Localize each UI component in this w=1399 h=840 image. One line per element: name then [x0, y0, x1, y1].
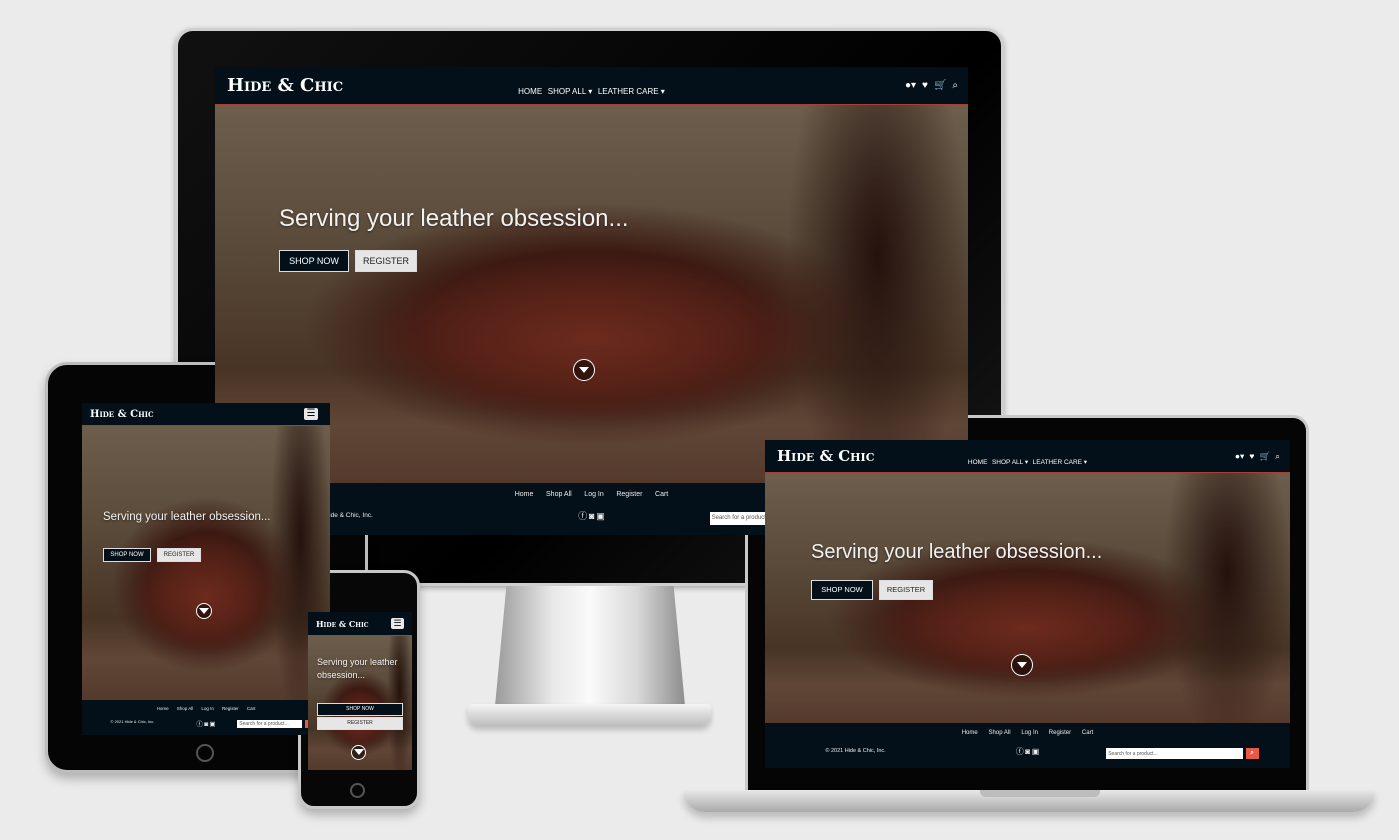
scroll-down-chevron-icon[interactable] — [351, 744, 367, 760]
shop-now-button[interactable]: SHOP NOW — [103, 548, 151, 562]
footer-search: Search for a product...⌕ — [1106, 748, 1259, 759]
search-icon[interactable]: ⌕ — [1275, 451, 1280, 461]
site-logo[interactable]: Hide & Chic — [316, 619, 369, 629]
footer-link-shop-all[interactable]: Shop All — [989, 730, 1011, 736]
footer-link-shop-all[interactable]: Shop All — [177, 706, 194, 711]
youtube-icon[interactable]: ▣ — [209, 721, 215, 728]
desktop-navbar: Hide & Chic HOME SHOP ALL ▾ LEATHER CARE ▾ ●… — [215, 67, 968, 105]
phone-navbar: Hide & Chic ☰ — [308, 612, 412, 636]
register-button[interactable]: REGISTER — [879, 580, 933, 600]
footer-link-home[interactable]: Home — [157, 706, 169, 711]
nav-link-0[interactable]: HOME — [518, 87, 542, 96]
footer-link-register[interactable]: Register — [616, 491, 642, 498]
footer-link-shop-all[interactable]: Shop All — [546, 491, 572, 498]
hero-banner: Serving your leather obsession... SHOP NO… — [308, 636, 412, 770]
monitor-foot — [468, 704, 711, 726]
scroll-down-chevron-icon[interactable] — [572, 359, 595, 381]
nav-link-1[interactable]: SHOP ALL ▾ — [548, 87, 592, 96]
shop-now-button[interactable]: SHOP NOW — [279, 250, 349, 272]
monitor-stand — [495, 586, 685, 706]
register-button[interactable]: REGISTER — [355, 250, 417, 272]
site-footer: Home Shop All Log In Register Cart ⓕ◙▣ © 2021 … — [765, 723, 1290, 768]
footer-link-home[interactable]: Home — [515, 491, 534, 498]
hero-title: Serving your leather obsession... — [317, 657, 398, 680]
footer-link-log-in[interactable]: Log In — [201, 706, 214, 711]
site-footer: Home Shop All Log In Register Cart ⓕ◙▣ © 2021 … — [82, 700, 330, 735]
nav-link-0[interactable]: HOME — [968, 459, 988, 466]
instagram-icon[interactable]: ◙ — [1025, 747, 1030, 756]
hamburger-menu-icon[interactable]: ☰ — [304, 408, 318, 420]
user-icon[interactable]: ●▾ — [1235, 451, 1244, 461]
footer-link-register[interactable]: Register — [222, 706, 239, 711]
footer-link-home[interactable]: Home — [962, 730, 978, 736]
copyright: © 2021 Hide & Chic, Inc. — [825, 747, 886, 754]
nav-link-1[interactable]: SHOP ALL ▾ — [992, 459, 1028, 466]
copyright: © 2021 Hide & Chic, Inc. — [110, 719, 155, 725]
facebook-icon[interactable]: ⓕ — [1016, 747, 1024, 756]
search-button-icon[interactable]: ⌕ — [1245, 748, 1259, 759]
laptop-screen: Hide & Chic HOME SHOP ALL ▾ LEATHER CARE ▾ ●… — [765, 440, 1290, 768]
facebook-icon[interactable]: ⓕ — [578, 511, 587, 521]
phone-screen: Hide & Chic ☰ Serving your leather obsessi… — [308, 612, 412, 770]
hero-title: Serving your leather obsession... — [279, 205, 629, 232]
laptop-notch — [980, 790, 1100, 797]
footer-link-log-in[interactable]: Log In — [1021, 730, 1038, 736]
nav-link-2[interactable]: LEATHER CARE ▾ — [1033, 459, 1087, 466]
search-input[interactable]: Search for a product... — [237, 719, 302, 728]
hero-title: Serving your leather obsession... — [811, 541, 1103, 563]
instagram-icon[interactable]: ◙ — [204, 721, 208, 728]
tablet-screen: Hide & Chic ☰ Serving your leather obsessi… — [82, 403, 330, 735]
cart-icon[interactable]: 🛒 — [1260, 451, 1271, 461]
search-icon[interactable]: ⌕ — [952, 80, 958, 91]
laptop-navbar: Hide & Chic HOME SHOP ALL ▾ LEATHER CARE ▾ ●… — [765, 440, 1290, 473]
scroll-down-chevron-icon[interactable] — [1011, 654, 1034, 676]
register-button[interactable]: REGISTER — [317, 717, 403, 730]
facebook-icon[interactable]: ⓕ — [196, 721, 203, 728]
shop-now-button[interactable]: SHOP NOW — [811, 580, 873, 600]
scroll-down-chevron-icon[interactable] — [195, 603, 212, 619]
tablet-home-button — [196, 744, 214, 762]
hero-banner: Serving your leather obsession... SHOP NO… — [765, 473, 1290, 723]
search-input[interactable]: Search for a product... — [1106, 748, 1243, 759]
phone-home-button — [350, 783, 365, 798]
hero-title: Serving your leather obsession... — [103, 511, 271, 523]
footer-link-cart[interactable]: Cart — [247, 706, 256, 711]
shop-now-button[interactable]: SHOP NOW — [317, 703, 403, 716]
youtube-icon[interactable]: ▣ — [1032, 747, 1040, 756]
footer-link-log-in[interactable]: Log In — [584, 491, 603, 498]
youtube-icon[interactable]: ▣ — [596, 511, 605, 521]
footer-search: Search for a product...⌕ — [237, 719, 316, 728]
hero-banner: Serving your leather obsession... SHOP NO… — [82, 426, 330, 700]
heart-icon[interactable]: ♥ — [922, 80, 928, 91]
hamburger-menu-icon[interactable]: ☰ — [391, 618, 404, 629]
nav-link-2[interactable]: LEATHER CARE ▾ — [598, 87, 665, 96]
footer-link-cart[interactable]: Cart — [1082, 730, 1093, 736]
cart-icon[interactable]: 🛒 — [934, 80, 946, 91]
tablet-navbar: Hide & Chic ☰ — [82, 403, 330, 426]
register-button[interactable]: REGISTER — [157, 548, 201, 562]
footer-link-register[interactable]: Register — [1049, 730, 1071, 736]
footer-link-cart[interactable]: Cart — [655, 491, 668, 498]
heart-icon[interactable]: ♥ — [1249, 451, 1254, 461]
instagram-icon[interactable]: ◙ — [589, 511, 594, 521]
site-logo[interactable]: Hide & Chic — [90, 409, 154, 420]
user-icon[interactable]: ●▾ — [905, 80, 916, 91]
